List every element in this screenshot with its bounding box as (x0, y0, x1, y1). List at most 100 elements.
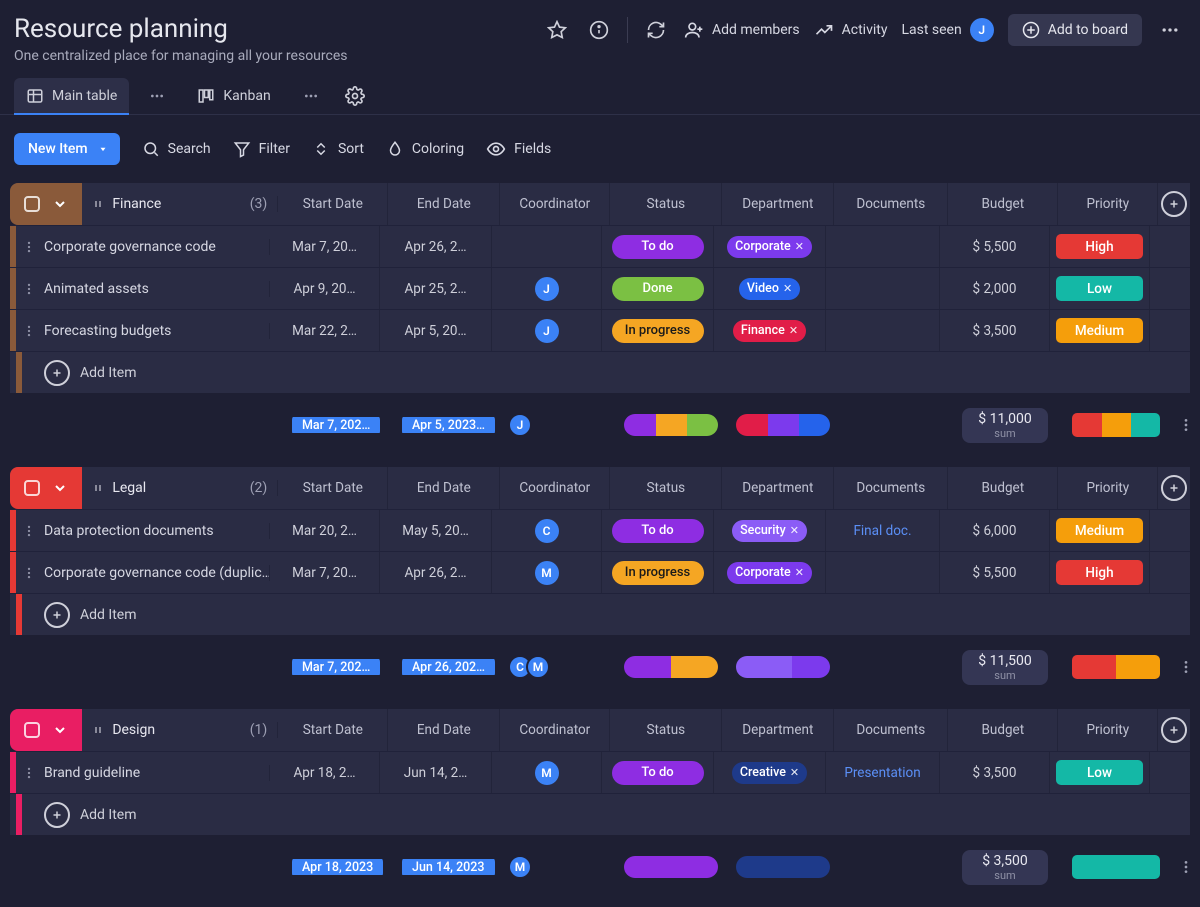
cell-priority[interactable]: High (1050, 226, 1150, 267)
tab-kanban[interactable]: Kanban (185, 78, 282, 114)
cell-start[interactable]: Apr 18, 2… (270, 752, 380, 793)
col-priority[interactable]: Priority (1058, 709, 1158, 751)
cell-documents[interactable] (826, 226, 940, 267)
col-department[interactable]: Department (722, 467, 834, 509)
row-menu-icon[interactable] (16, 566, 42, 580)
summary-end[interactable]: Jun 14, 2023 (402, 859, 495, 875)
col-budget[interactable]: Budget (948, 467, 1058, 509)
cell-coordinator[interactable]: C (492, 510, 602, 551)
col-coordinator[interactable]: Coordinator (500, 183, 610, 225)
col-documents[interactable]: Documents (834, 467, 948, 509)
tab-kanban-more-icon[interactable] (299, 84, 323, 108)
col-priority[interactable]: Priority (1058, 183, 1158, 225)
col-budget[interactable]: Budget (948, 183, 1058, 225)
cell-coordinator[interactable]: M (492, 552, 602, 593)
row-menu-icon[interactable] (16, 240, 42, 254)
cell-department[interactable]: Corporate✕ (714, 226, 826, 267)
row-name[interactable]: Corporate governance code (duplic… (42, 565, 270, 581)
col-department[interactable]: Department (722, 709, 834, 751)
cell-budget[interactable]: $ 2,000 (940, 268, 1050, 309)
cell-end[interactable]: Apr 26, 2… (380, 552, 492, 593)
table-row[interactable]: Animated assets Apr 9, 20… Apr 25, 2… J … (10, 267, 1190, 309)
add-item-row[interactable]: Add Item (10, 351, 1190, 393)
cell-start[interactable]: Mar 7, 20… (270, 226, 380, 267)
summary-coordinators[interactable]: J (514, 413, 612, 437)
cell-department[interactable]: Creative✕ (714, 752, 826, 793)
cell-priority[interactable]: High (1050, 552, 1150, 593)
table-row[interactable]: Brand guideline Apr 18, 2… Jun 14, 2… M … (10, 751, 1190, 793)
summary-start[interactable]: Apr 18, 2023 (292, 859, 383, 875)
cell-status[interactable]: In progress (602, 552, 714, 593)
avatar[interactable]: J (535, 319, 559, 343)
table-row[interactable]: Corporate governance code (duplic… Mar 7… (10, 551, 1190, 593)
row-menu-icon[interactable] (16, 524, 42, 538)
summary-more-icon[interactable] (1178, 659, 1194, 675)
search-button[interactable]: Search (142, 140, 211, 158)
refresh-icon[interactable] (642, 16, 670, 44)
row-name[interactable]: Animated assets (42, 281, 270, 297)
cell-budget[interactable]: $ 5,500 (940, 226, 1050, 267)
cell-status[interactable]: To do (602, 752, 714, 793)
summary-budget[interactable]: $ 3,500sum (962, 850, 1048, 885)
row-name[interactable]: Corporate governance code (42, 239, 270, 255)
cell-coordinator[interactable]: M (492, 752, 602, 793)
row-menu-icon[interactable] (16, 282, 42, 296)
col-start[interactable]: Start Date (278, 183, 388, 225)
add-item-icon[interactable] (44, 360, 70, 386)
cell-department[interactable]: Corporate✕ (714, 552, 826, 593)
col-status[interactable]: Status (610, 183, 722, 225)
cell-start[interactable]: Mar 22, 2… (270, 310, 380, 351)
cell-documents[interactable] (826, 310, 940, 351)
more-icon[interactable] (1156, 16, 1184, 44)
cell-start[interactable]: Mar 20, 2… (270, 510, 380, 551)
col-start[interactable]: Start Date (278, 709, 388, 751)
col-end[interactable]: End Date (388, 709, 500, 751)
view-settings-icon[interactable] (345, 86, 365, 106)
cell-coordinator[interactable] (492, 226, 602, 267)
chevron-down-icon[interactable] (52, 722, 68, 738)
group-name[interactable]: Design (112, 722, 155, 738)
cell-documents[interactable] (826, 268, 940, 309)
add-column-button[interactable] (1161, 475, 1187, 501)
summary-budget[interactable]: $ 11,500sum (962, 650, 1048, 685)
row-name[interactable]: Brand guideline (42, 765, 270, 781)
coloring-button[interactable]: Coloring (386, 140, 464, 158)
col-priority[interactable]: Priority (1058, 467, 1158, 509)
summary-budget[interactable]: $ 11,000sum (962, 408, 1048, 443)
avatar[interactable]: J (535, 277, 559, 301)
cell-end[interactable]: Apr 26, 2… (380, 226, 492, 267)
tab-main-table[interactable]: Main table (14, 78, 129, 114)
remove-tag-icon[interactable]: ✕ (789, 324, 798, 337)
cell-department[interactable]: Security✕ (714, 510, 826, 551)
cell-budget[interactable]: $ 3,500 (940, 310, 1050, 351)
group-header[interactable]: Design (1) Start Date End Date Coordinat… (10, 709, 1190, 751)
group-checkbox[interactable] (24, 722, 40, 738)
chevron-down-icon[interactable] (52, 196, 68, 212)
star-icon[interactable] (543, 16, 571, 44)
add-column-button[interactable] (1161, 717, 1187, 743)
cell-department[interactable]: Video✕ (714, 268, 826, 309)
avatar[interactable]: M (508, 855, 532, 879)
chevron-down-icon[interactable] (52, 480, 68, 496)
col-budget[interactable]: Budget (948, 709, 1058, 751)
avatar[interactable]: M (526, 655, 550, 679)
summary-coordinators[interactable]: CM (514, 655, 612, 679)
cell-end[interactable]: Jun 14, 2… (380, 752, 492, 793)
remove-tag-icon[interactable]: ✕ (795, 240, 804, 253)
cell-status[interactable]: To do (602, 226, 714, 267)
cell-priority[interactable]: Medium (1050, 310, 1150, 351)
add-column-button[interactable] (1161, 191, 1187, 217)
tab-main-table-more-icon[interactable] (145, 84, 169, 108)
cell-status[interactable]: In progress (602, 310, 714, 351)
cell-documents[interactable]: Final doc. (826, 510, 940, 551)
remove-tag-icon[interactable]: ✕ (783, 282, 792, 295)
avatar[interactable]: M (535, 761, 559, 785)
cell-end[interactable]: Apr 25, 2… (380, 268, 492, 309)
avatar[interactable]: M (535, 561, 559, 585)
avatar[interactable]: J (508, 413, 532, 437)
cell-start[interactable]: Apr 9, 20… (270, 268, 380, 309)
info-icon[interactable] (585, 16, 613, 44)
col-end[interactable]: End Date (388, 183, 500, 225)
col-documents[interactable]: Documents (834, 709, 948, 751)
summary-more-icon[interactable] (1178, 417, 1194, 433)
